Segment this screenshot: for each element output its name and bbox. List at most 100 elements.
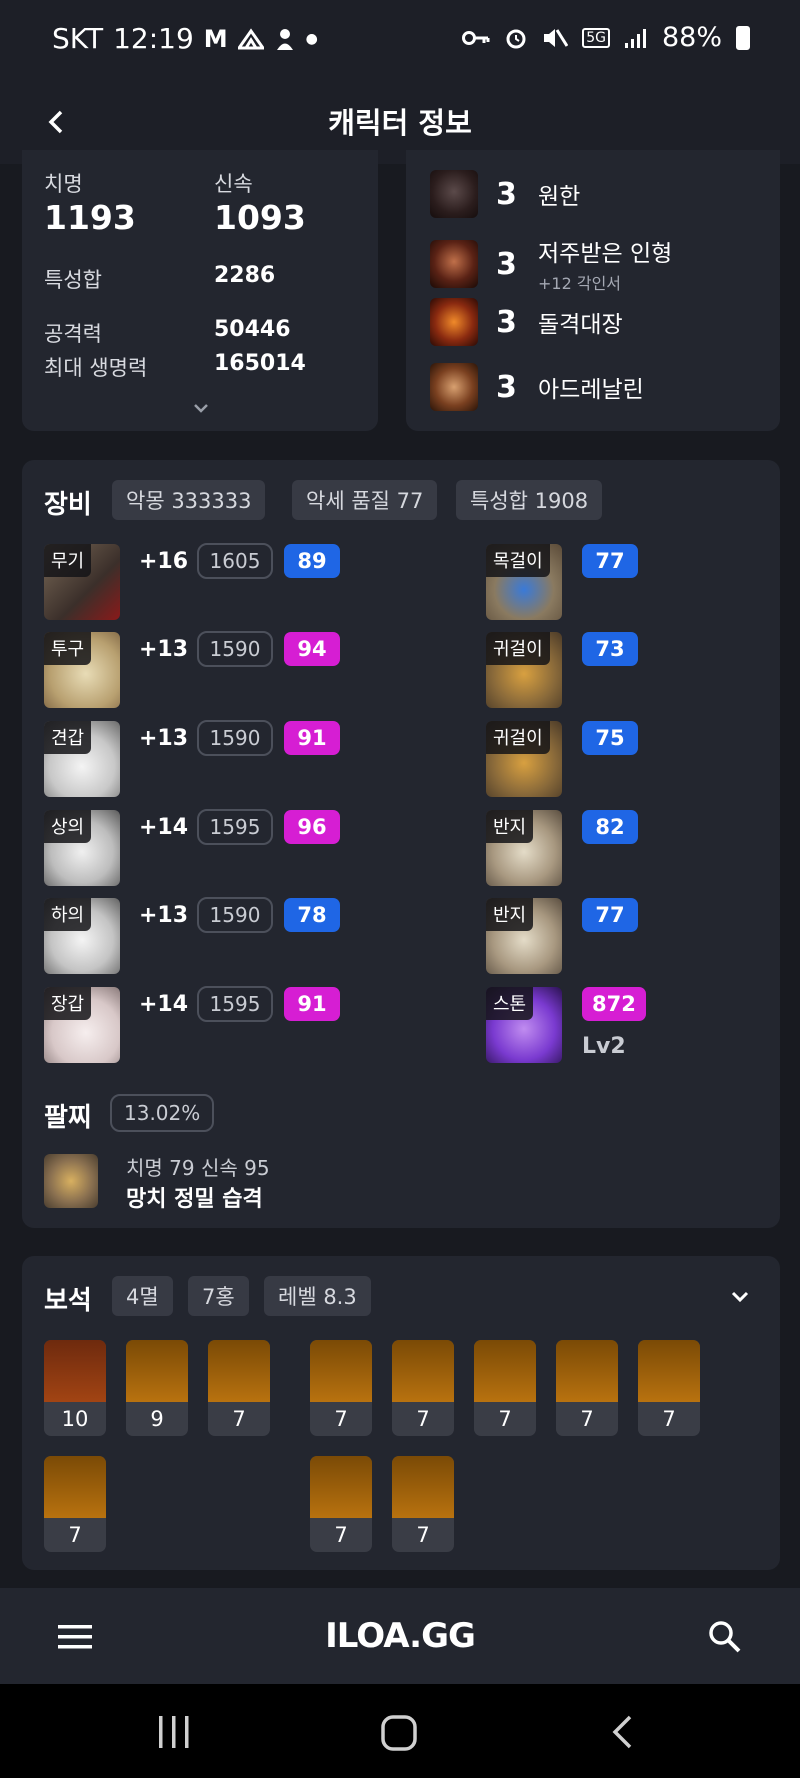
item-slot-label: 무기 (44, 544, 92, 577)
stats-card: 치명 1193 신속 1093 특성합 2286 공격력 50446 최대 생명… (22, 150, 378, 431)
clock: 12:19 (113, 22, 194, 55)
item-slot-label: 상의 (44, 810, 92, 843)
item-slot-label: 장갑 (44, 987, 92, 1020)
engraving-level: 3 (496, 176, 517, 212)
item-level: 1590 (197, 720, 273, 756)
gem-item[interactable]: 7 (392, 1340, 454, 1436)
home-icon[interactable] (380, 1714, 418, 1752)
gem-level: 7 (580, 1407, 594, 1431)
m-app-icon: M (203, 24, 228, 53)
necklace-item[interactable]: 목걸이 (486, 544, 562, 620)
gems-title: 보석 (44, 1286, 92, 1316)
mountain-app-icon (237, 27, 264, 49)
page-title: 캐릭터 정보 (328, 106, 472, 140)
doom-gem-icon (44, 1340, 106, 1402)
system-back-icon[interactable] (610, 1714, 634, 1750)
engraving-row[interactable]: 3 아드레날린 (430, 363, 644, 411)
quality-badge: 94 (284, 632, 340, 666)
gem-level: 7 (498, 1407, 512, 1431)
earring-item[interactable]: 귀걸이 (486, 721, 562, 797)
gem-level: 10 (61, 1407, 89, 1431)
alarm-icon (506, 29, 526, 48)
item-slot-label: 반지 (486, 810, 534, 843)
attack-value: 50446 (214, 317, 291, 342)
set-chip: 악몽 333333 (112, 480, 266, 520)
bracelet-title: 팔찌 (44, 1103, 92, 1133)
search-icon[interactable] (708, 1620, 742, 1654)
gloves-item[interactable]: 장갑 (44, 987, 120, 1063)
chest-item[interactable]: 상의 (44, 810, 120, 886)
system-navigation-bar (0, 1684, 800, 1778)
gem-item[interactable]: 7 (44, 1456, 106, 1552)
gem-level: 9 (150, 1407, 164, 1431)
attack-label: 공격력 (44, 322, 102, 346)
carrier-label: SKT (52, 22, 104, 55)
bracelet-percent: 13.02% (110, 1094, 215, 1132)
character-app-icon (276, 28, 293, 50)
engraving-icon (430, 240, 478, 288)
5g-icon: 5G (582, 27, 610, 48)
gem-item[interactable]: 7 (310, 1456, 372, 1552)
engraving-icon (430, 363, 478, 411)
gem-level: 7 (232, 1407, 246, 1431)
item-slot-label: 스톤 (486, 987, 534, 1020)
stone-level: Lv2 (582, 1034, 626, 1059)
item-slot-label: 반지 (486, 898, 534, 931)
gem-item[interactable]: 7 (474, 1340, 536, 1436)
item-slot-label: 투구 (44, 632, 92, 665)
item-level: 1595 (197, 809, 273, 845)
gem-item[interactable]: 7 (392, 1456, 454, 1552)
helmet-item[interactable]: 투구 (44, 632, 120, 708)
engraving-book-note: +12 각인서 (538, 274, 622, 293)
doom-gem-icon (208, 1340, 270, 1402)
gem-item[interactable]: 9 (126, 1340, 188, 1436)
quality-badge: 77 (582, 544, 638, 578)
gem-level: 7 (416, 1407, 430, 1431)
ring-item[interactable]: 반지 (486, 810, 562, 886)
item-refine: +16 (139, 549, 189, 574)
engraving-level: 3 (496, 246, 517, 282)
quality-badge: 73 (582, 632, 638, 666)
item-slot-label: 귀걸이 (486, 721, 550, 754)
gem-level: 7 (68, 1523, 82, 1547)
item-refine: +13 (139, 637, 189, 662)
max-hp-label: 최대 생명력 (44, 356, 148, 380)
max-hp-value: 165014 (214, 351, 306, 376)
doom-gem-icon (126, 1340, 188, 1402)
battery-percent: 88% (661, 22, 722, 53)
shoulder-item[interactable]: 견갑 (44, 721, 120, 797)
crimson-gem-icon (556, 1340, 618, 1402)
pants-item[interactable]: 하의 (44, 898, 120, 974)
crimson-gem-icon (474, 1340, 536, 1402)
gem-level: 7 (334, 1523, 348, 1547)
gem-item[interactable]: 7 (208, 1340, 270, 1436)
item-level: 1590 (197, 631, 273, 667)
ability-stone-item[interactable]: 스톤 (486, 987, 562, 1063)
gem-level: 7 (416, 1523, 430, 1547)
brand-logo[interactable]: ILOA.GG (0, 1616, 800, 1656)
expand-chevron-icon[interactable] (192, 402, 210, 414)
gem-item[interactable]: 7 (556, 1340, 618, 1436)
gem-item[interactable]: 10 (44, 1340, 106, 1436)
gem-item[interactable]: 7 (638, 1340, 700, 1436)
weapon-item[interactable]: 무기 (44, 544, 120, 620)
swift-value: 1093 (214, 198, 306, 237)
earring-item[interactable]: 귀걸이 (486, 632, 562, 708)
engraving-row[interactable]: 3 원한 (430, 170, 580, 218)
quality-badge: 77 (582, 898, 638, 932)
collapse-chevron-icon[interactable] (730, 1290, 750, 1304)
bracelet-item[interactable] (44, 1154, 98, 1208)
ring-item[interactable]: 반지 (486, 898, 562, 974)
engraving-row[interactable]: 3 저주받은 인형 +12 각인서 (430, 234, 672, 294)
engraving-row[interactable]: 3 돌격대장 (430, 298, 623, 346)
engraving-icon (430, 298, 478, 346)
gem-item[interactable]: 7 (310, 1340, 372, 1436)
gem-chip-crimson: 7홍 (188, 1276, 249, 1316)
engraving-name: 원한 (538, 184, 581, 210)
accessory-stat-chip: 특성합 1908 (456, 480, 603, 520)
bottom-app-bar: ILOA.GG (0, 1588, 800, 1684)
status-bar: SKT 12:19 M ● 5G 88% (0, 0, 800, 80)
swift-label: 신속 (214, 172, 253, 196)
recent-apps-icon[interactable] (158, 1716, 190, 1748)
item-refine: +13 (139, 726, 189, 751)
